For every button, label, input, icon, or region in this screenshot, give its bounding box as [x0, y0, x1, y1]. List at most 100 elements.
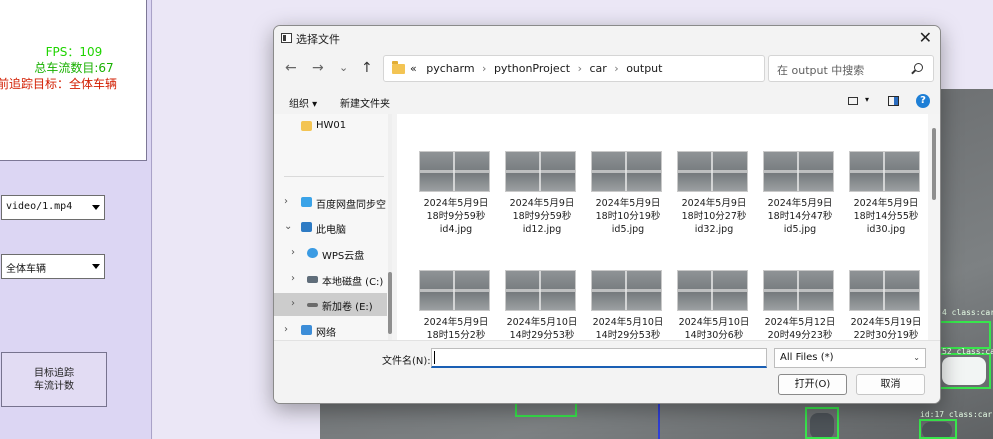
- expand-chevron-icon[interactable]: ›: [291, 298, 295, 309]
- search-input[interactable]: 在 output 中搜索: [768, 55, 934, 82]
- file-item[interactable]: 2024年5月10日 14时29分53秒: [497, 270, 579, 340]
- file-name-line: id4.jpg: [439, 224, 473, 235]
- text-caret: [434, 351, 435, 364]
- file-item[interactable]: 2024年5月12日 20时49分23秒: [755, 270, 837, 340]
- file-item[interactable]: 2024年5月10日 14时30分6秒: [669, 270, 751, 340]
- nav-item-this-pc[interactable]: ⌄ 此电脑: [274, 216, 384, 239]
- track-count-button[interactable]: 目标追踪 车流计数: [1, 352, 107, 407]
- nav-item-new-volume-e[interactable]: › 新加卷 (E:): [274, 293, 387, 316]
- detection-box: [938, 321, 991, 349]
- nav-item-label: 百度网盘同步空: [316, 200, 386, 211]
- file-name-line: 2024年5月19日: [850, 317, 922, 328]
- file-name-line: 2024年5月9日: [853, 198, 919, 209]
- file-name-line: 2024年5月9日: [767, 198, 833, 209]
- back-arrow-icon[interactable]: ←: [285, 60, 297, 76]
- file-name: 2024年5月9日 18时10分27秒 id32.jpg: [669, 197, 759, 236]
- file-item[interactable]: 2024年5月9日 18时9分59秒 id4.jpg: [411, 151, 493, 251]
- file-item[interactable]: 2024年5月9日 18时14分47秒 id5.jpg: [755, 151, 837, 251]
- dialog-titlebar: 选择文件 ✕: [274, 26, 940, 50]
- file-item[interactable]: 2024年5月19日 22时30分19秒: [841, 270, 923, 340]
- image-thumbnail: [419, 270, 490, 311]
- file-name-line: 14时30分6秒: [684, 330, 744, 340]
- navigation-bar: ← → ⌄ ↑ « › pycharm › pythonProject › ca…: [274, 52, 940, 86]
- search-placeholder: 在 output 中搜索: [777, 64, 865, 77]
- vehicle-class-select[interactable]: 全体车辆: [1, 254, 105, 279]
- view-options-chevron-icon[interactable]: ▾: [865, 95, 869, 104]
- breadcrumb-item-pycharm[interactable]: pycharm: [426, 62, 474, 75]
- file-name-line: 18时15分2秒: [426, 330, 486, 340]
- file-name-line: id5.jpg: [783, 224, 817, 235]
- file-name: 2024年5月12日 20时49分23秒: [755, 316, 845, 340]
- filename-label: 文件名(N):: [382, 356, 431, 367]
- nav-item-local-disk-c[interactable]: › 本地磁盘 (C:): [274, 268, 384, 291]
- breadcrumb-separator: ›: [614, 62, 619, 75]
- video-source-select[interactable]: video/1.mp4: [1, 195, 105, 220]
- dialog-footer: 文件名(N): ⌄ All Files (*) ⌄ 打开(O) 取消: [274, 340, 940, 403]
- address-bar[interactable]: « › pycharm › pythonProject › car › outp…: [383, 55, 867, 82]
- dropdown-arrow-icon: [92, 205, 100, 210]
- close-icon[interactable]: ✕: [919, 28, 932, 47]
- file-name-line: 2024年5月9日: [423, 198, 489, 209]
- navigation-pane: HW01 › 百度网盘同步空 ⌄ 此电脑 › WPS云盘 › 本地磁盘 (C:)…: [274, 114, 392, 340]
- command-bar: 组织 ▾ 新建文件夹 ▾ ?: [274, 89, 940, 114]
- file-item[interactable]: 2024年5月9日 18时14分55秒 id30.jpg: [841, 151, 923, 251]
- preview-pane-icon[interactable]: [888, 96, 899, 106]
- forward-arrow-icon[interactable]: →: [312, 60, 324, 76]
- file-name-line: 14时29分53秒: [595, 330, 661, 340]
- breadcrumb-separator: ›: [482, 62, 487, 75]
- nav-item-hw01[interactable]: HW01: [274, 115, 384, 138]
- file-name-line: id30.jpg: [866, 224, 906, 235]
- nav-item-label: WPS云盘: [322, 251, 365, 262]
- file-item[interactable]: 2024年5月9日 18时15分2秒: [411, 270, 493, 340]
- track-button-line2: 车流计数: [34, 381, 74, 392]
- file-name-line: 2024年5月10日: [592, 317, 664, 328]
- app-icon: [281, 33, 292, 43]
- breadcrumb: « › pycharm › pythonProject › car › outp…: [410, 62, 662, 75]
- new-folder-button[interactable]: 新建文件夹: [340, 95, 390, 110]
- organize-menu-button[interactable]: 组织 ▾: [289, 95, 317, 110]
- file-open-dialog: 选择文件 ✕ ← → ⌄ ↑ « › pycharm › pythonProje…: [273, 25, 941, 404]
- image-thumbnail: [419, 151, 490, 192]
- vehicle-count-readout: 总车流数目:67: [34, 61, 114, 75]
- breadcrumb-item-output[interactable]: output: [626, 62, 662, 75]
- file-list-scrollbar-thumb[interactable]: [932, 128, 936, 200]
- expand-chevron-icon[interactable]: ›: [284, 324, 288, 335]
- file-name-line: 2024年5月9日: [423, 317, 489, 328]
- expand-chevron-icon[interactable]: ›: [291, 273, 295, 284]
- file-item[interactable]: 2024年5月10日 14时29分53秒: [583, 270, 665, 340]
- collapse-chevron-icon[interactable]: ⌄: [284, 221, 292, 232]
- view-options-icon[interactable]: [848, 97, 858, 105]
- file-name: 2024年5月9日 18时9分59秒 id12.jpg: [497, 197, 587, 236]
- file-type-select[interactable]: All Files (*) ⌄: [774, 348, 926, 368]
- detection-label: 4 class:car: [942, 308, 993, 317]
- file-name: 2024年5月9日 18时10分19秒 id5.jpg: [583, 197, 673, 236]
- track-button-line1: 目标追踪: [34, 368, 74, 379]
- nav-item-network[interactable]: › 网络: [274, 319, 384, 340]
- open-button[interactable]: 打开(O): [778, 374, 847, 395]
- computer-icon: [301, 222, 312, 232]
- detection-box: [919, 419, 957, 439]
- file-name: 2024年5月10日 14时29分53秒: [583, 316, 673, 340]
- file-item[interactable]: 2024年5月9日 18时10分19秒 id5.jpg: [583, 151, 665, 251]
- filename-input[interactable]: ⌄: [431, 348, 922, 370]
- nav-item-wps-cloud[interactable]: › WPS云盘: [274, 242, 384, 265]
- breadcrumb-item-pythonproject[interactable]: pythonProject: [494, 62, 570, 75]
- file-name-line: 18时14分55秒: [853, 211, 919, 222]
- cancel-button[interactable]: 取消: [856, 374, 925, 395]
- breadcrumb-overflow[interactable]: «: [410, 62, 417, 75]
- image-thumbnail: [849, 270, 920, 311]
- recent-locations-chevron-icon[interactable]: ⌄: [339, 61, 348, 74]
- nav-item-baidu-netdisk[interactable]: › 百度网盘同步空: [274, 191, 386, 214]
- file-item[interactable]: 2024年5月9日 18时10分27秒 id32.jpg: [669, 151, 751, 251]
- file-name: 2024年5月10日 14时30分6秒: [669, 316, 759, 340]
- nav-scrollbar-thumb[interactable]: [388, 272, 392, 334]
- file-item[interactable]: 2024年5月9日 18时9分59秒 id12.jpg: [497, 151, 579, 251]
- file-type-value: All Files (*): [780, 352, 834, 363]
- file-name-line: id12.jpg: [522, 224, 562, 235]
- breadcrumb-item-car[interactable]: car: [589, 62, 606, 75]
- up-arrow-icon[interactable]: ↑: [361, 60, 373, 76]
- help-icon[interactable]: ?: [916, 94, 930, 108]
- expand-chevron-icon[interactable]: ›: [291, 247, 295, 258]
- folder-icon: [301, 121, 312, 131]
- expand-chevron-icon[interactable]: ›: [284, 196, 288, 207]
